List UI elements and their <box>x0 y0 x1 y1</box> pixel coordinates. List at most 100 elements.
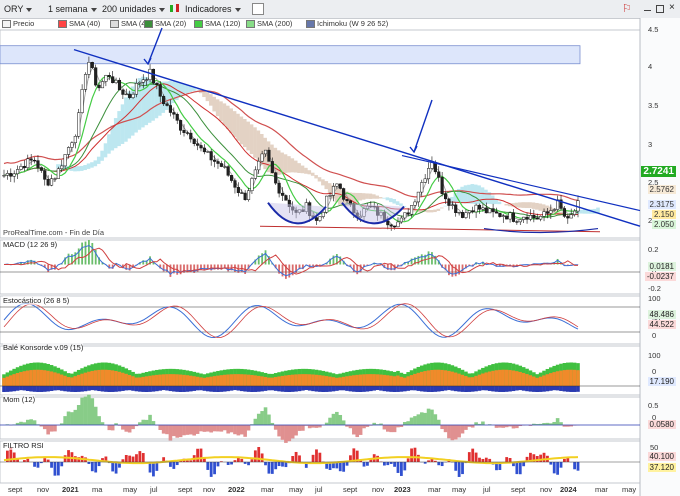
candle-body <box>562 208 566 217</box>
candle-body <box>260 153 264 162</box>
candle-body <box>43 170 47 180</box>
price-tag: 2.3175 <box>647 200 676 209</box>
candle-body <box>233 180 237 188</box>
candle-body <box>223 166 227 168</box>
ticker-select[interactable]: ORY <box>2 3 34 15</box>
candle-body <box>508 212 512 220</box>
candle-body <box>87 62 91 75</box>
candle-body <box>576 200 580 212</box>
candle-body <box>199 145 203 149</box>
candle-body <box>549 210 553 214</box>
candle-body <box>338 183 342 189</box>
toolbar: ORY 1 semana 200 unidades Indicadores ⚐ … <box>0 0 680 19</box>
time-tick: 2021 <box>62 485 79 494</box>
candle-body <box>467 210 471 213</box>
candle-body <box>552 209 556 211</box>
candle-body <box>121 89 125 95</box>
candle-body <box>522 216 526 220</box>
momentum-tick: 0.5 <box>648 401 659 410</box>
candle-body <box>345 199 349 202</box>
candle-body <box>403 212 407 219</box>
candle-body <box>246 190 251 200</box>
momentum-label[interactable]: Mom (12) <box>3 395 36 404</box>
candle-body <box>566 216 570 219</box>
candle-body <box>66 147 71 155</box>
candle-body <box>226 166 230 176</box>
units-select[interactable]: 200 unidades <box>100 3 167 15</box>
rsi-tag: 37.120 <box>647 463 676 472</box>
time-tick: may <box>622 485 637 494</box>
rsi-filter-label[interactable]: FILTRO RSI <box>3 441 44 450</box>
time-tick: jul <box>315 485 323 494</box>
candle-body <box>569 214 573 219</box>
add-indicator-button[interactable] <box>252 3 264 15</box>
candle-body <box>73 136 77 143</box>
candle-body <box>26 158 30 169</box>
chart-type-button[interactable] <box>168 3 182 15</box>
candle-body <box>179 120 183 131</box>
candle-body <box>114 79 118 84</box>
time-tick: sept <box>178 485 193 494</box>
candle-body <box>457 212 461 214</box>
time-tick: may <box>452 485 467 494</box>
candle-body <box>535 217 539 220</box>
candle-body <box>474 204 478 213</box>
candle-body <box>437 171 441 178</box>
candle-body <box>111 76 115 84</box>
candle-body <box>70 142 74 148</box>
candle-body <box>545 211 549 214</box>
candle-body <box>77 112 81 137</box>
price-tick: 4 <box>648 62 653 71</box>
candle-body <box>314 217 319 221</box>
konsorde-label[interactable]: Balé Konsorde v.09 (15) <box>3 343 84 352</box>
time-tick: sept <box>511 485 526 494</box>
indicators-button[interactable]: Indicadores <box>185 3 241 15</box>
chart-area[interactable] <box>0 18 680 496</box>
time-axis: sept nov 2021 ma may jul sept nov 2022 mar may jul s… <box>0 485 640 496</box>
candle-body <box>491 208 495 213</box>
candle-body <box>267 149 271 162</box>
candle-body <box>145 79 149 81</box>
konsorde-tag: 17.190 <box>647 377 676 386</box>
candle-body <box>168 105 172 113</box>
time-tick: ma <box>92 485 103 494</box>
minimize-icon[interactable] <box>644 10 651 11</box>
candle-body <box>117 79 122 91</box>
candle-body <box>399 217 403 223</box>
candle-body <box>454 204 458 213</box>
momentum-tag: 0.0580 <box>647 420 676 429</box>
candle-body <box>216 161 220 164</box>
macd-label[interactable]: MACD (12 26 9) <box>3 240 58 249</box>
chevron-down-icon <box>90 7 97 12</box>
close-icon[interactable]: × <box>669 2 675 14</box>
candle-body <box>413 201 417 206</box>
stochastic-label[interactable]: Estocástico (26 8 5) <box>3 296 70 305</box>
candle-body <box>50 178 54 186</box>
candle-body <box>39 167 43 171</box>
candle-body <box>389 224 393 227</box>
candle-body <box>138 82 142 84</box>
candle-body <box>19 166 23 170</box>
candle-body <box>165 103 169 106</box>
candle-body <box>151 68 155 84</box>
candle-body <box>185 132 189 134</box>
alert-icon[interactable]: ⚐ <box>622 3 632 15</box>
candle-body <box>100 81 105 89</box>
maximize-icon[interactable] <box>656 5 664 13</box>
price-tag: 2.050 <box>651 220 676 229</box>
candle-body <box>219 163 223 167</box>
candle-body <box>192 138 196 145</box>
candle-body <box>250 178 254 191</box>
timeframe-select[interactable]: 1 semana <box>46 3 99 15</box>
chevron-down-icon <box>159 7 166 12</box>
candle-body <box>155 82 159 85</box>
candle-body <box>56 168 60 179</box>
chevron-down-icon <box>234 7 241 12</box>
price-tick: 3 <box>648 140 653 149</box>
candle-body <box>511 212 516 222</box>
candle-body <box>175 113 179 121</box>
time-tick: 2023 <box>394 485 411 494</box>
candle-body <box>471 210 475 213</box>
candle-body <box>22 166 26 169</box>
candle-body <box>450 204 454 206</box>
